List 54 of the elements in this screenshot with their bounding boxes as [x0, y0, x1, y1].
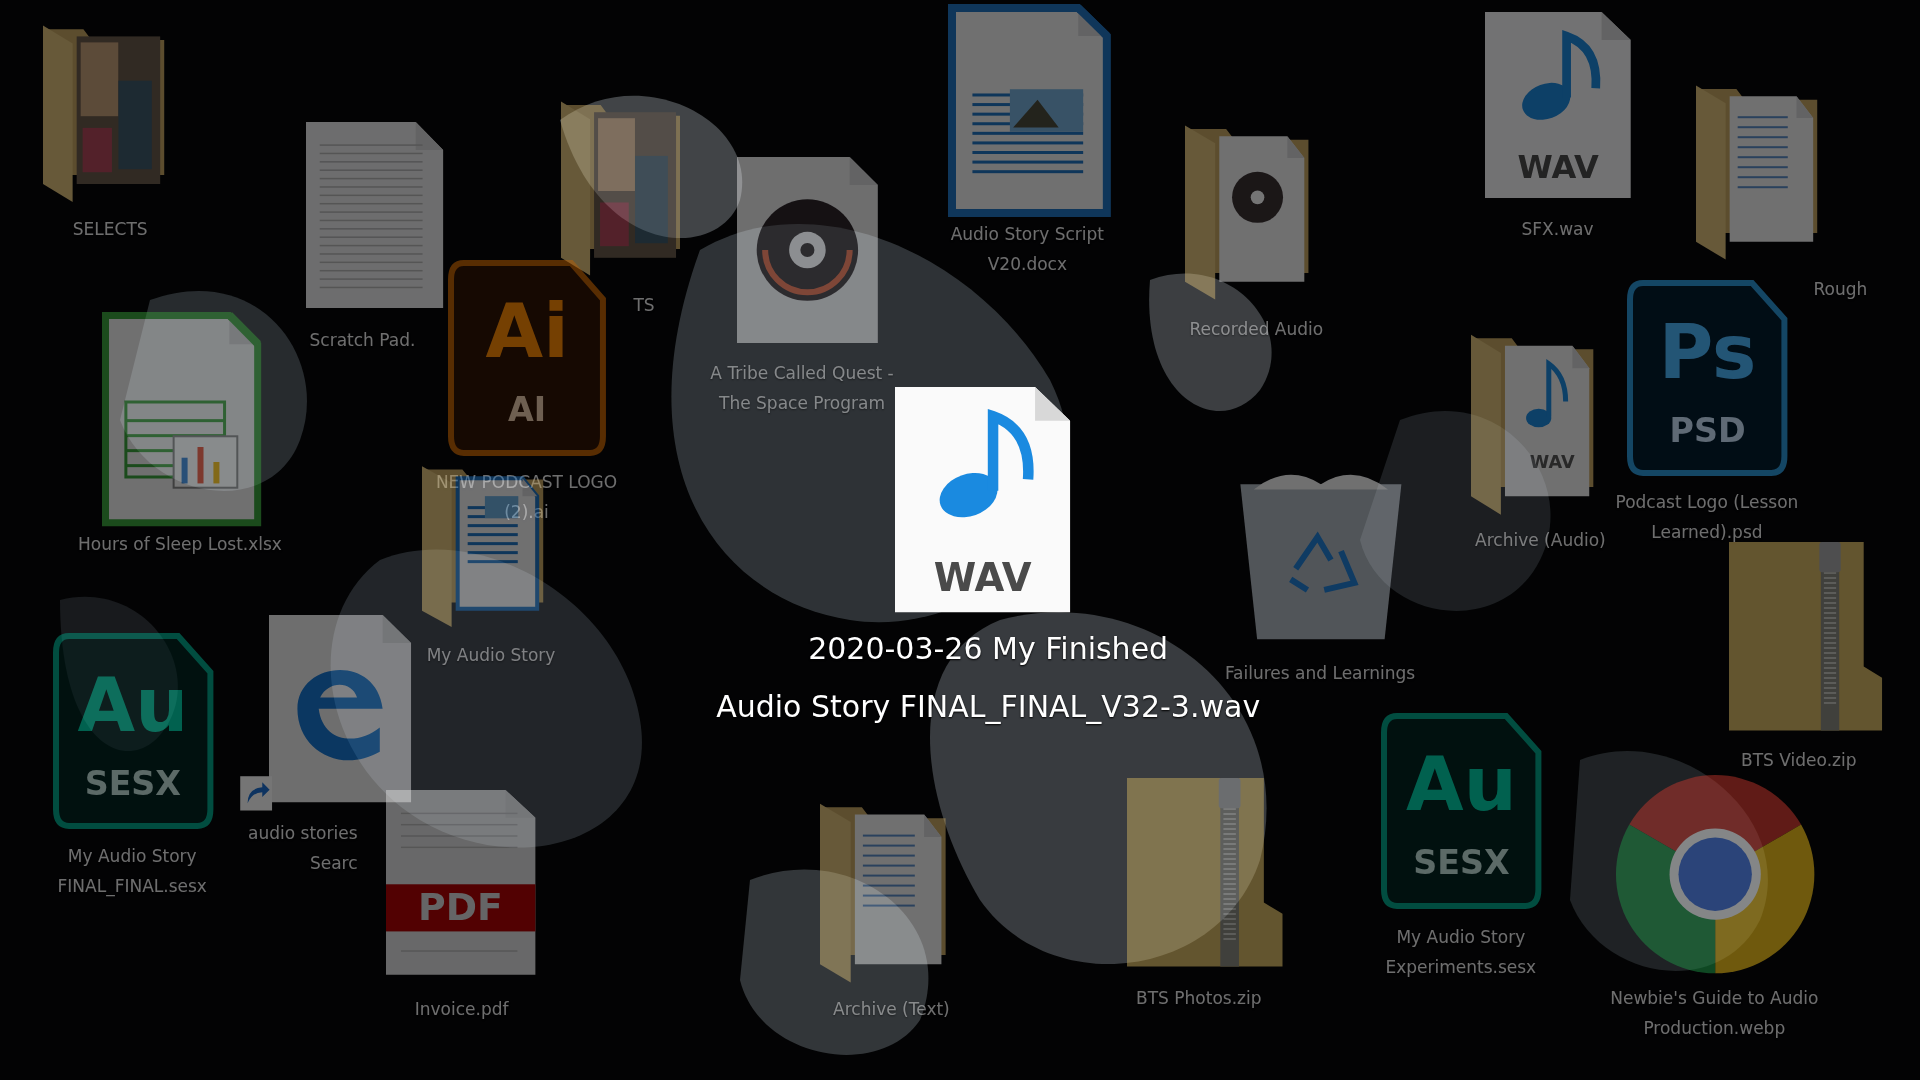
spreadsheet-icon[interactable] [101, 312, 261, 527]
file-type-label: WAV [1517, 150, 1599, 183]
file-type-label: WAV [1529, 454, 1575, 472]
file-type-label: SESX [84, 767, 182, 801]
audio-file-icon[interactable] [895, 386, 1071, 613]
file-name-label[interactable]: The Space Program [719, 388, 885, 419]
file-name-label[interactable]: Newbie's Guide to Audio [1610, 982, 1819, 1013]
app-file-icon[interactable] [1627, 280, 1788, 477]
file-name-label[interactable]: My Audio Story [426, 640, 556, 671]
file-name-label[interactable]: SFX.wav [1521, 213, 1594, 244]
file-name-label[interactable]: Invoice.pdf [414, 993, 509, 1024]
file-name-label[interactable]: FINAL_FINAL.sesx [57, 870, 207, 901]
file-type-label: Au [77, 668, 189, 743]
app-file-icon[interactable] [448, 259, 607, 456]
file-name-label[interactable]: BTS Photos.zip [1136, 982, 1262, 1013]
file-name-label[interactable]: SELECTS [72, 213, 148, 244]
file-name-label[interactable]: Rough [1813, 273, 1868, 304]
document-icon[interactable] [306, 122, 444, 309]
file-name-label[interactable]: Archive (Audio) [1475, 525, 1606, 555]
browser-icon[interactable] [1616, 775, 1815, 974]
file-name-label[interactable]: V20.docx [987, 248, 1067, 279]
file-name-label[interactable]: A Tribe Called Quest - [710, 358, 894, 389]
zip-folder-icon[interactable] [1126, 777, 1282, 967]
file-name-label[interactable]: Hours of Sleep Lost.xlsx [78, 528, 282, 559]
file-name-label[interactable]: TS [633, 289, 655, 320]
file-name-label[interactable]: Archive (Text) [833, 993, 950, 1024]
music-file-icon[interactable] [737, 156, 878, 343]
file-name-label[interactable]: Learned).psd [1651, 517, 1763, 548]
document-icon[interactable] [947, 3, 1111, 217]
file-name-label[interactable]: My Audio Story [1396, 921, 1526, 952]
file-name-label[interactable]: Audio Story Script [950, 218, 1104, 249]
file-type-label: AI [508, 393, 547, 428]
file-type-label: Ai [485, 294, 569, 370]
file-type-label: SESX [1413, 846, 1510, 881]
file-type-label: WAV [933, 559, 1032, 598]
file-type-label: Au [1406, 747, 1517, 823]
zip-folder-icon[interactable] [1728, 542, 1882, 731]
app-file-icon[interactable] [1381, 712, 1542, 909]
file-name-label[interactable]: My Audio Story [67, 840, 197, 871]
file-name-label[interactable]: Searc [309, 847, 358, 878]
file-name-label[interactable]: Recorded Audio [1189, 314, 1324, 345]
file-name-label[interactable]: BTS Video.zip [1741, 745, 1857, 776]
file-name-label[interactable]: Scratch Pad. [309, 325, 416, 356]
file-name-label[interactable]: Failures and Learnings [1224, 658, 1416, 689]
file-name-label[interactable]: Experiments.sesx [1385, 951, 1537, 982]
file-type-label: PDF [418, 888, 503, 927]
browser-file-icon[interactable] [269, 614, 412, 803]
file-type-label: Ps [1658, 315, 1757, 391]
app-file-icon[interactable] [52, 633, 214, 829]
file-name-label[interactable]: 2020-03-26 My Finished [808, 619, 1169, 678]
file-name-label[interactable]: audio stories [248, 817, 358, 848]
file-type-label: PSD [1669, 414, 1746, 448]
file-name-label[interactable]: Production.webp [1643, 1012, 1786, 1043]
file-name-label[interactable]: Podcast Logo (Lesson [1615, 487, 1799, 518]
